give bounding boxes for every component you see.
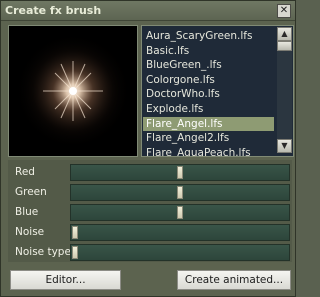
close-icon[interactable]: ✕ — [277, 4, 291, 18]
noise-slider-track[interactable] — [70, 224, 290, 241]
blue-slider-thumb[interactable] — [177, 206, 183, 219]
list-item[interactable]: Aura_ScaryGreen.lfs — [143, 29, 274, 44]
brush-preview — [8, 25, 138, 157]
slider-label-green: Green — [15, 186, 47, 198]
noise-slider-thumb[interactable] — [72, 226, 78, 239]
red-slider-track[interactable] — [70, 164, 290, 181]
scroll-thumb[interactable] — [277, 41, 292, 51]
noise-type-slider-thumb[interactable] — [72, 246, 78, 259]
list-item[interactable]: Flare_AquaPeach.lfs — [143, 146, 274, 156]
noise-type-slider-track[interactable] — [70, 244, 290, 261]
flare-preview-image — [9, 26, 137, 156]
brush-file-list[interactable]: Aura_ScaryGreen.lfs Basic.lfs BlueGreen_… — [141, 25, 294, 157]
color-sliders-panel: Red Green Blue Noise Noise type — [8, 160, 292, 262]
slider-row-noise-type: Noise type — [8, 244, 292, 261]
list-scrollbar[interactable]: ▲ ▼ — [277, 27, 292, 153]
slider-label-red: Red — [15, 166, 35, 178]
green-slider-thumb[interactable] — [177, 186, 183, 199]
slider-label-blue: Blue — [15, 206, 39, 218]
slider-row-blue: Blue — [8, 204, 292, 221]
slider-row-noise: Noise — [8, 224, 292, 241]
scroll-down-icon[interactable]: ▼ — [277, 139, 292, 153]
list-item[interactable]: Explode.lfs — [143, 102, 274, 117]
editor-button[interactable]: Editor... — [10, 270, 121, 290]
list-item[interactable]: Colorgone.lfs — [143, 73, 274, 88]
slider-label-noise-type: Noise type — [15, 246, 71, 258]
red-slider-thumb[interactable] — [177, 166, 183, 179]
blue-slider-track[interactable] — [70, 204, 290, 221]
list-item[interactable]: Basic.lfs — [143, 44, 274, 59]
list-item-selected[interactable]: Flare_Angel.lfs — [143, 116, 274, 132]
slider-row-red: Red — [8, 164, 292, 181]
slider-row-green: Green — [8, 184, 292, 201]
create-fx-brush-window: Create fx brush ✕ Aura_ScaryGreen.lfs Ba… — [0, 0, 296, 297]
list-item[interactable]: DoctorWho.lfs — [143, 87, 274, 102]
green-slider-track[interactable] — [70, 184, 290, 201]
slider-label-noise: Noise — [15, 226, 45, 238]
create-animated-button[interactable]: Create animated... — [177, 270, 291, 290]
list-item[interactable]: Flare_Angel2.lfs — [143, 131, 274, 146]
list-item[interactable]: BlueGreen_.lfs — [143, 58, 274, 73]
window-title: Create fx brush — [5, 4, 102, 17]
scroll-up-icon[interactable]: ▲ — [277, 27, 292, 41]
title-bar[interactable]: Create fx brush ✕ — [1, 1, 295, 21]
